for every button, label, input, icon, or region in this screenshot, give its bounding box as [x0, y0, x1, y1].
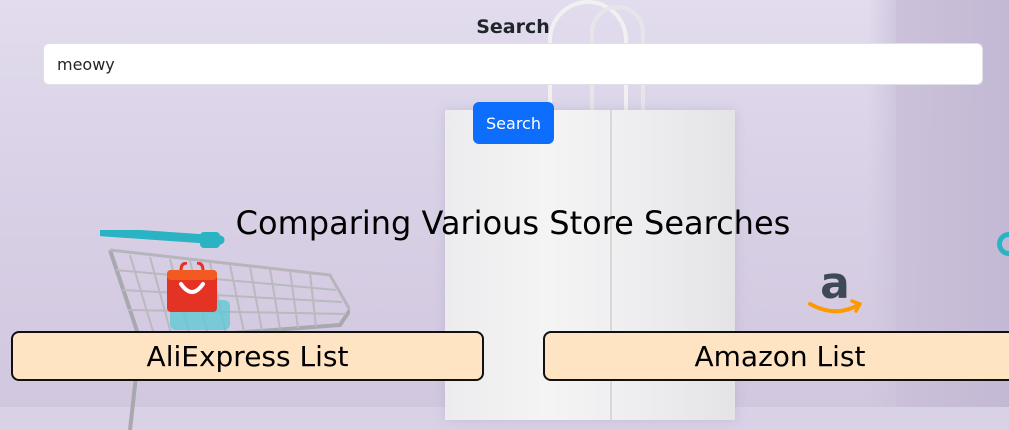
search-input[interactable]: [43, 43, 983, 85]
svg-text:a: a: [820, 260, 850, 309]
shopping-cart-image: [100, 230, 350, 430]
aliexpress-logo-icon: [167, 262, 217, 312]
amazon-list-button[interactable]: Amazon List: [543, 331, 1009, 381]
page-title: Comparing Various Store Searches: [235, 204, 791, 242]
search-label: Search: [476, 16, 550, 38]
search-button[interactable]: Search: [473, 102, 554, 144]
aliexpress-list-button[interactable]: AliExpress List: [11, 331, 484, 381]
amazon-logo-icon: a: [808, 260, 862, 314]
